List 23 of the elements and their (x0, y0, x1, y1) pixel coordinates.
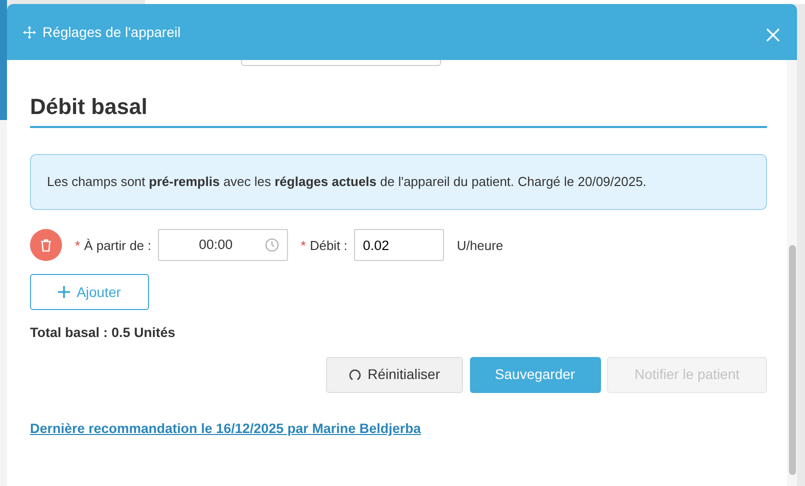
plus-icon (58, 286, 70, 298)
required-mark: * (75, 236, 80, 255)
refresh-icon (349, 368, 362, 381)
rate-label: Débit : (310, 236, 348, 255)
save-button[interactable]: Sauvegarder (470, 356, 600, 393)
time-field[interactable]: 00:00 (158, 229, 288, 262)
dialog-title: Réglages de l'appareil (42, 22, 181, 42)
unit-text: U/heure (456, 236, 504, 255)
input-field[interactable] (241, 60, 441, 66)
recommendation-link[interactable]: Dernière recommandation le 16/12/2025 par Marine Beldjerba (30, 420, 421, 436)
delete-button[interactable] (30, 229, 62, 262)
section-title: Débit basal (30, 94, 767, 128)
move-icon[interactable] (23, 26, 36, 38)
rate-field[interactable]: 0.02 (354, 229, 444, 262)
start-time-label: À partir de : (84, 236, 152, 255)
info-message: Les champs sont pré-remplis avec les réglages actuels de l'appareil du patient. Chargé le 20/09/2025. (30, 154, 767, 210)
total-basal-text: Total basal : 0.5 Unités (30, 324, 176, 342)
required-mark: * (300, 236, 306, 255)
add-button[interactable]: Ajouter (30, 274, 149, 310)
trash-icon (40, 238, 52, 252)
scrollbar[interactable] (787, 60, 797, 486)
action-button[interactable]: Réinitialiser (326, 356, 463, 393)
clock-icon (264, 238, 279, 252)
